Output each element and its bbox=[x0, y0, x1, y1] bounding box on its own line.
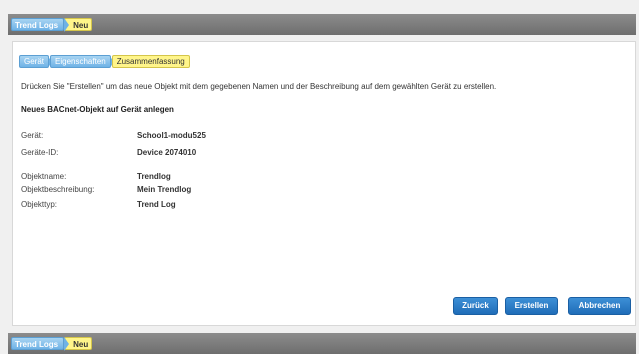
breadcrumb-trend-logs[interactable]: Trend Logs bbox=[11, 18, 65, 31]
breadcrumb-trend-logs-bottom[interactable]: Trend Logs bbox=[11, 337, 65, 350]
object-type-value: Trend Log bbox=[137, 200, 176, 209]
object-description-row: Objektbeschreibung: Mein Trendlog bbox=[21, 185, 191, 194]
device-id-row: Geräte-ID: Device 2074010 bbox=[21, 148, 196, 157]
device-id-value: Device 2074010 bbox=[137, 148, 197, 157]
step-summary[interactable]: Zusammenfassung bbox=[111, 55, 190, 68]
object-name-row: Objektname: Trendlog bbox=[21, 172, 171, 181]
breadcrumb-new[interactable]: Neu bbox=[64, 18, 93, 32]
breadcrumb-top: Trend Logs Neu bbox=[8, 14, 636, 35]
back-button[interactable]: Zurück bbox=[453, 297, 498, 315]
object-name-label: Objektname: bbox=[21, 172, 67, 181]
wizard-panel: Gerät Eigenschaften Zusammenfassung Drüc… bbox=[12, 41, 636, 326]
step-properties[interactable]: Eigenschaften bbox=[50, 55, 115, 68]
object-description-label: Objektbeschreibung: bbox=[21, 185, 95, 194]
device-label: Gerät: bbox=[21, 131, 44, 140]
step-device[interactable]: Gerät bbox=[19, 55, 54, 68]
device-id-label: Geräte-ID: bbox=[21, 148, 59, 157]
instruction-text: Drücken Sie "Erstellen" um das neue Obje… bbox=[21, 82, 497, 91]
cancel-button[interactable]: Abbrechen bbox=[568, 297, 631, 315]
device-value: School1-modu525 bbox=[137, 131, 206, 140]
create-button[interactable]: Erstellen bbox=[505, 297, 558, 315]
object-name-value: Trendlog bbox=[137, 172, 171, 181]
breadcrumb-bottom: Trend Logs Neu bbox=[8, 333, 636, 354]
device-row: Gerät: School1-modu525 bbox=[21, 131, 206, 140]
object-description-value: Mein Trendlog bbox=[137, 185, 192, 194]
breadcrumb-new-bottom[interactable]: Neu bbox=[64, 337, 93, 351]
object-type-label: Objekttyp: bbox=[21, 200, 58, 209]
section-title: Neues BACnet-Objekt auf Gerät anlegen bbox=[21, 105, 174, 114]
wizard-steps: Gerät Eigenschaften Zusammenfassung bbox=[19, 55, 191, 68]
object-type-row: Objekttyp: Trend Log bbox=[21, 200, 176, 209]
